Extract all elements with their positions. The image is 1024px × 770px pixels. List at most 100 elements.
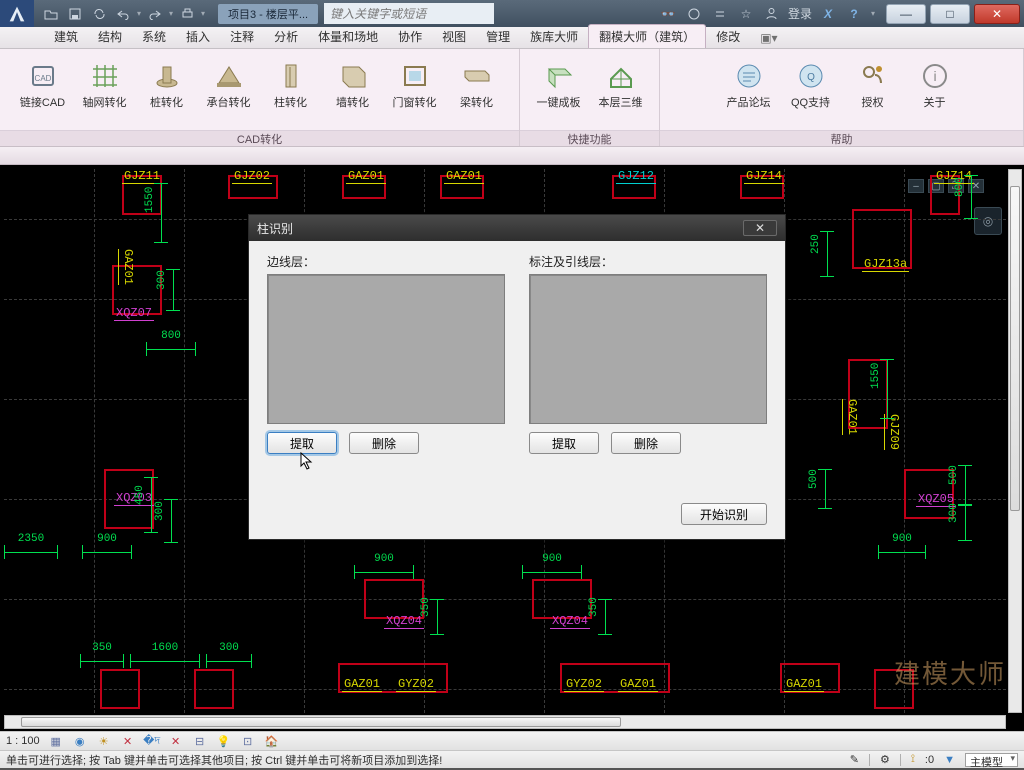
properties-icon[interactable]: 🏠: [264, 734, 280, 748]
cad-dimension: 800: [964, 175, 978, 219]
hide-icon[interactable]: ⊟: [192, 734, 208, 748]
cad-tag: GAZ01: [842, 399, 861, 435]
scale-value[interactable]: 1 : 100: [6, 735, 40, 747]
binoculars-icon[interactable]: 👓: [658, 5, 678, 23]
cad-dimension: 500: [958, 465, 972, 505]
tab-architecture[interactable]: 建筑: [44, 25, 88, 48]
ribbon-btn-轴网转化[interactable]: 轴网转化: [76, 55, 134, 129]
ribbon-icon: Q: [794, 59, 828, 93]
detail-level-icon[interactable]: ▦: [48, 734, 64, 748]
annotation-layer-list[interactable]: [529, 274, 767, 424]
ribbon-btn-门窗转化[interactable]: 门窗转化: [386, 55, 444, 129]
crop-icon[interactable]: �দ: [144, 734, 160, 748]
dialog-titlebar[interactable]: 柱识别 ✕: [249, 215, 785, 241]
search-input[interactable]: 键入关键字或短语: [324, 3, 494, 24]
ribbon-btn-本层三维[interactable]: 本层三维: [592, 55, 650, 129]
tab-analyze[interactable]: 分析: [264, 25, 308, 48]
tab-massing[interactable]: 体量和场地: [308, 25, 388, 48]
tab-collab[interactable]: 协作: [388, 25, 432, 48]
undo-icon[interactable]: [112, 4, 134, 24]
svg-text:CAD: CAD: [34, 74, 51, 83]
cad-tag: GAZ01: [784, 677, 824, 692]
worksets-icon[interactable]: ✎: [850, 753, 859, 766]
horizontal-scrollbar[interactable]: [4, 715, 1006, 729]
dialog-close-button[interactable]: ✕: [743, 220, 777, 236]
reveal-icon[interactable]: 💡: [216, 734, 232, 748]
app-menu-icon[interactable]: [0, 0, 34, 27]
shadows-icon[interactable]: ✕: [120, 734, 136, 748]
save-icon[interactable]: [64, 4, 86, 24]
visual-style-icon[interactable]: ◉: [72, 734, 88, 748]
sun-path-icon[interactable]: ☀: [96, 734, 112, 748]
print-icon[interactable]: [176, 4, 198, 24]
vertical-scrollbar[interactable]: [1008, 169, 1022, 713]
maximize-button[interactable]: □: [930, 4, 970, 24]
help-icon[interactable]: ?: [844, 5, 864, 23]
ribbon-btn-承台转化[interactable]: 承台转化: [200, 55, 258, 129]
ribbon-btn-链接CAD[interactable]: CAD链接CAD: [14, 55, 72, 129]
ribbon-btn-梁转化[interactable]: 梁转化: [448, 55, 506, 129]
filter-icon[interactable]: ▼: [944, 754, 955, 766]
extract-right-button[interactable]: 提取: [529, 432, 599, 454]
tab-structure[interactable]: 结构: [88, 25, 132, 48]
redo-icon[interactable]: [144, 4, 166, 24]
exchange-icon[interactable]: [710, 5, 730, 23]
ribbon-btn-一键成板[interactable]: 一键成板: [530, 55, 588, 129]
ribbon-btn-授权[interactable]: 授权: [844, 55, 902, 129]
crop-region-icon[interactable]: ✕: [168, 734, 184, 748]
tab-model-master[interactable]: 翻模大师（建筑）: [588, 24, 706, 48]
nav-wheel-icon[interactable]: ◎: [974, 207, 1002, 235]
design-options-icon[interactable]: ⚙: [880, 753, 890, 766]
ribbon-icon: [856, 59, 890, 93]
ribbon-btn-柱转化[interactable]: 柱转化: [262, 55, 320, 129]
edge-layer-list[interactable]: [267, 274, 505, 424]
temp-hide-icon[interactable]: ⊡: [240, 734, 256, 748]
cad-dimension: 900: [82, 545, 132, 559]
cad-tag: XQZ04: [384, 614, 424, 629]
cad-dimension: 2350: [4, 545, 58, 559]
view-home-icon[interactable]: –: [908, 179, 924, 193]
start-recognition-button[interactable]: 开始识别: [681, 503, 767, 525]
user-icon[interactable]: [762, 5, 782, 23]
ribbon-icon: [336, 59, 370, 93]
open-icon[interactable]: [40, 4, 62, 24]
close-button[interactable]: ✕: [974, 4, 1020, 24]
document-title: 项目3 - 楼层平...: [218, 4, 318, 24]
ribbon-btn-墙转化[interactable]: 墙转化: [324, 55, 382, 129]
tab-view[interactable]: 视图: [432, 25, 476, 48]
tab-annotate[interactable]: 注释: [220, 25, 264, 48]
exchange-x-icon[interactable]: X: [818, 5, 838, 23]
cad-tag: GAZ01: [618, 677, 658, 692]
ribbon: CAD链接CAD轴网转化桩转化承台转化柱转化墙转化门窗转化梁转化 CAD转化 一…: [0, 49, 1024, 147]
ribbon-btn-QQ支持[interactable]: QQQ支持: [782, 55, 840, 129]
tab-manage[interactable]: 管理: [476, 25, 520, 48]
select-count: :0: [925, 754, 934, 766]
tab-systems[interactable]: 系统: [132, 25, 176, 48]
svg-text:i: i: [933, 68, 936, 84]
ribbon-btn-产品论坛[interactable]: 产品论坛: [720, 55, 778, 129]
status-hint: 单击可进行选择; 按 Tab 键并单击可选择其他项目; 按 Ctrl 键并单击可…: [6, 752, 442, 768]
favorite-icon[interactable]: ☆: [736, 5, 756, 23]
login-link[interactable]: 登录: [788, 5, 812, 22]
tab-modify[interactable]: 修改: [706, 25, 750, 48]
tab-family-master[interactable]: 族库大师: [520, 25, 588, 48]
options-bar: [0, 147, 1024, 165]
sync-icon[interactable]: [88, 4, 110, 24]
model-combo[interactable]: 主模型: [965, 753, 1018, 767]
delete-left-button[interactable]: 删除: [349, 432, 419, 454]
cad-dimension: 1550: [880, 359, 894, 419]
ribbon-btn-关于[interactable]: i关于: [906, 55, 964, 129]
select-links-icon[interactable]: ⟟: [911, 753, 915, 766]
tab-overflow-icon[interactable]: ▣▾: [750, 28, 787, 48]
tab-insert[interactable]: 插入: [176, 25, 220, 48]
ribbon-btn-桩转化[interactable]: 桩转化: [138, 55, 196, 129]
comm-icon[interactable]: [684, 5, 704, 23]
minimize-button[interactable]: —: [886, 4, 926, 24]
cad-tag: GJZ02: [232, 169, 272, 184]
cad-dimension: 900: [878, 545, 926, 559]
extract-left-button[interactable]: 提取: [267, 432, 337, 454]
cad-dimension: 800: [146, 342, 196, 356]
cad-dimension: 300: [164, 499, 178, 543]
cad-tag: GAZ01: [118, 249, 137, 285]
delete-right-button[interactable]: 删除: [611, 432, 681, 454]
